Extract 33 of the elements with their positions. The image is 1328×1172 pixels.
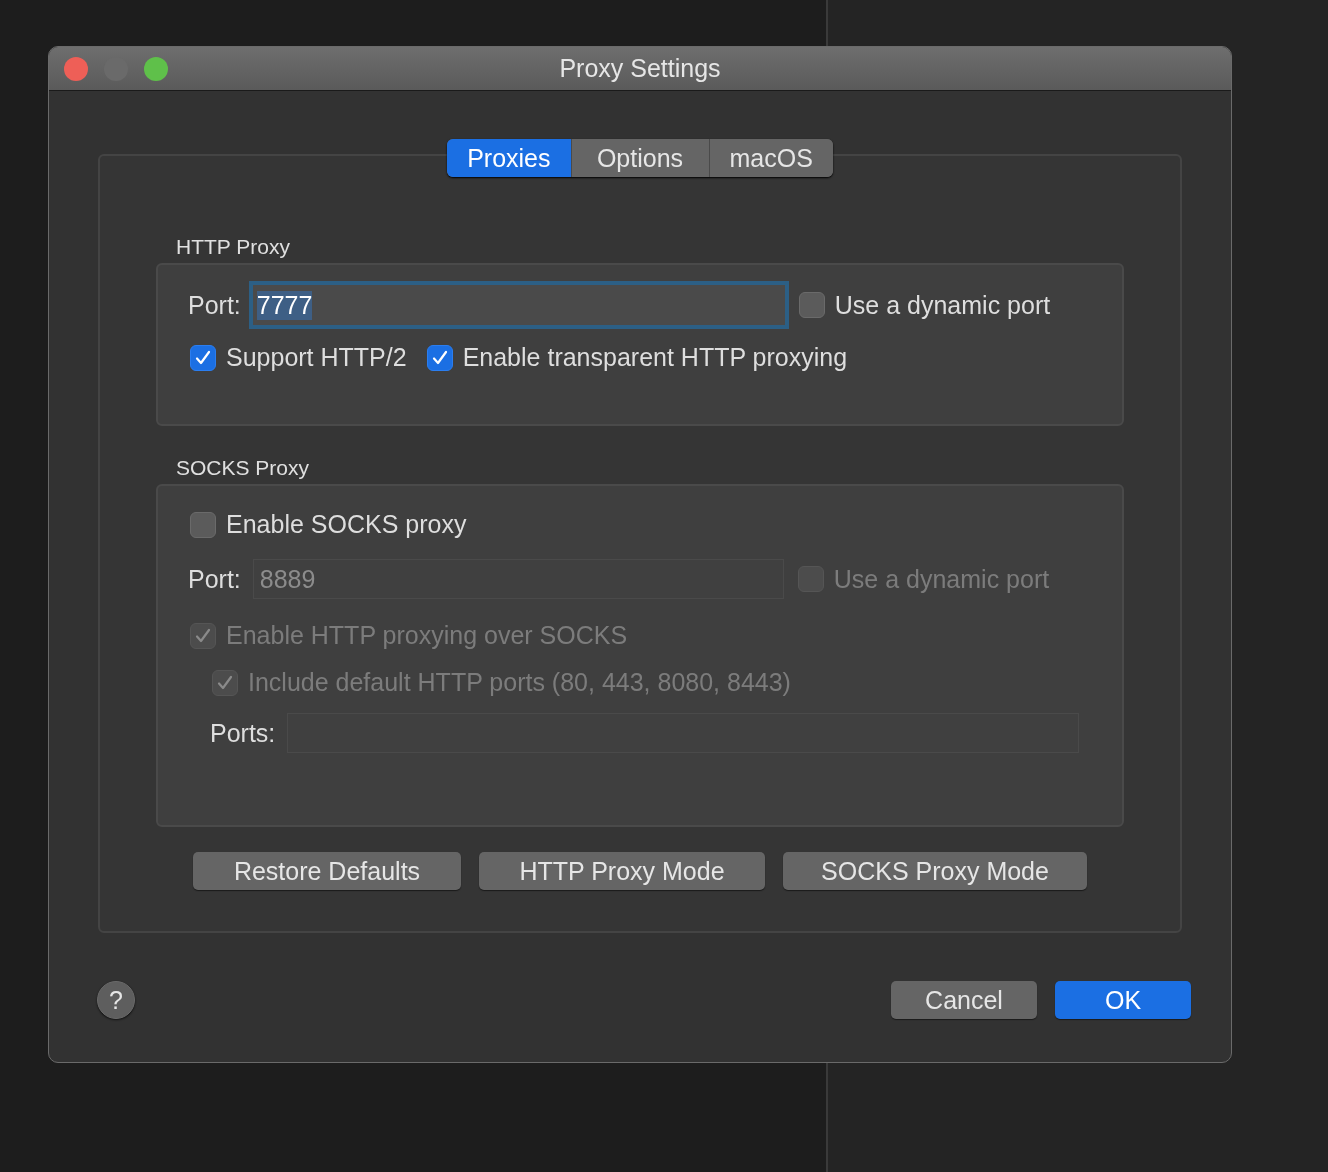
field-label: Port: [188,290,241,320]
close-button[interactable] [64,57,88,81]
window-title: Proxy Settings [559,54,721,83]
help-button[interactable]: ? [97,981,135,1019]
check-icon [216,673,234,692]
push-button[interactable]: Cancel [891,981,1037,1019]
checkbox-label: Use a dynamic port [834,290,1051,320]
checkbox[interactable] [190,344,216,371]
checkbox-label: Enable SOCKS proxy [226,510,467,539]
tab[interactable]: Options [570,139,709,177]
check-icon [194,626,212,645]
checkbox-label: Support HTTP/2 [226,343,407,372]
checkbox-label: Enable HTTP proxying over SOCKS [226,621,628,650]
tab[interactable]: macOS [708,139,833,177]
checkbox-label: Enable transparent HTTP proxying [462,343,848,372]
check-icon [194,348,212,367]
checkbox[interactable] [190,511,216,538]
zoom-button[interactable] [144,57,168,81]
field-label: Ports: [210,718,276,748]
checkbox-label: Use a dynamic port [833,564,1050,594]
checkbox-label: Include default HTTP ports (80, 443, 8080, 8443) [248,668,791,697]
push-button[interactable]: HTTP Proxy Mode [479,852,765,890]
default-button[interactable]: OK [1055,981,1191,1019]
field-label: Port: [188,564,241,594]
push-button[interactable]: SOCKS Proxy Mode [783,852,1087,890]
push-button[interactable]: Restore Defaults [193,852,461,890]
check-icon [430,348,449,367]
checkbox[interactable] [426,344,453,371]
tab[interactable]: Proxies [447,139,571,177]
checkbox[interactable] [798,292,825,318]
group-title: HTTP Proxy [176,235,290,259]
group-title: SOCKS Proxy [176,456,310,480]
input-field[interactable]: 7777 [248,281,789,329]
